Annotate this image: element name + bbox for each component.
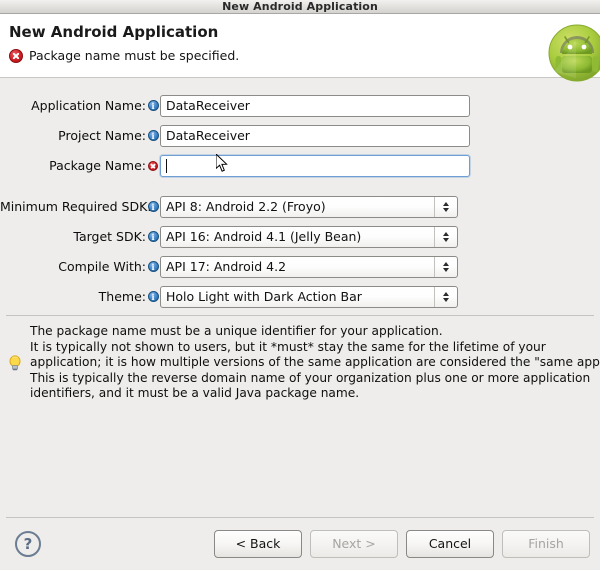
window-title: New Android Application: [222, 0, 378, 13]
info-icon[interactable]: [147, 291, 159, 302]
field-row-minimum-required-sdk: Minimum Required SDK: API 8: Android 2.2…: [0, 195, 600, 218]
wizard-button-group: < Back Next > Cancel Finish: [214, 529, 592, 558]
application-name-input[interactable]: [160, 94, 470, 117]
help-line: application; it is how multiple versions…: [30, 355, 600, 369]
help-text: The package name must be a unique identi…: [30, 324, 600, 402]
next-button: Next >: [310, 529, 398, 558]
dialog-header: New Android Application Package name mus…: [0, 14, 600, 82]
chevron-updown-icon[interactable]: [434, 196, 457, 217]
field-row-application-name: Application Name:: [0, 94, 600, 117]
minimum-required-sdk-dropdown[interactable]: API 8: Android 2.2 (Froyo): [160, 195, 458, 218]
form-area: Application Name: Project Name: Package …: [0, 78, 600, 308]
field-row-package-name: Package Name:: [0, 154, 600, 177]
info-icon[interactable]: [147, 100, 159, 111]
project-name-input-wrap: [160, 124, 470, 147]
android-robot-icon: [548, 24, 600, 82]
help-line: identifiers, and it must be a valid Java…: [30, 386, 360, 400]
label-package-name: Package Name:: [49, 157, 146, 173]
field-row-compile-with: Compile With: API 17: Android 4.2: [0, 255, 600, 278]
info-icon[interactable]: [147, 231, 159, 242]
cancel-button[interactable]: Cancel: [406, 529, 494, 558]
error-icon: [148, 160, 158, 171]
label-application-name: Application Name:: [31, 97, 146, 113]
help-line: This is typically the reverse domain nam…: [30, 370, 591, 385]
info-icon-theme-slot[interactable]: [146, 291, 160, 302]
field-row-project-name: Project Name:: [0, 124, 600, 147]
info-icon[interactable]: [147, 261, 159, 272]
help-button[interactable]: ?: [15, 530, 41, 557]
label-compile-with: Compile With:: [58, 258, 146, 274]
help-line: It is typically not shown to users, but …: [30, 339, 546, 354]
theme-value: Holo Light with Dark Action Bar: [166, 289, 362, 304]
minimum-required-sdk-value: API 8: Android 2.2 (Froyo): [166, 199, 326, 214]
error-message-text: Package name must be specified.: [29, 48, 240, 63]
error-circle-icon: [9, 49, 23, 63]
info-icon-application-name-slot[interactable]: [146, 100, 160, 111]
label-target-sdk: Target SDK:: [73, 228, 146, 244]
info-icon-project-name-slot[interactable]: [146, 130, 160, 141]
error-message-row: Package name must be specified.: [9, 48, 600, 64]
label-project-name: Project Name:: [58, 127, 146, 143]
error-icon-package-name-slot: [146, 160, 160, 171]
new-android-application-dialog: New Android Application New Android Appl…: [0, 0, 600, 570]
label-theme: Theme:: [98, 288, 146, 304]
application-name-input-wrap: [160, 94, 470, 117]
chevron-updown-icon[interactable]: [434, 226, 457, 247]
target-sdk-dropdown[interactable]: API 16: Android 4.1 (Jelly Bean): [160, 225, 458, 248]
text-caret: [166, 158, 167, 173]
field-row-theme: Theme: Holo Light with Dark Action Bar: [0, 285, 600, 308]
info-icon[interactable]: [147, 130, 159, 141]
chevron-updown-icon[interactable]: [434, 286, 457, 307]
compile-with-value: API 17: Android 4.2: [166, 259, 287, 274]
page-title: New Android Application: [9, 23, 219, 41]
finish-button: Finish: [502, 529, 590, 558]
package-name-input-wrap: [160, 154, 470, 177]
field-row-target-sdk: Target SDK: API 16: Android 4.1 (Jelly B…: [0, 225, 600, 248]
target-sdk-value: API 16: Android 4.1 (Jelly Bean): [166, 229, 362, 244]
lightbulb-icon: [9, 355, 21, 371]
package-name-input[interactable]: [160, 154, 470, 177]
project-name-input[interactable]: [160, 124, 470, 147]
dialog-button-bar: ? < Back Next > Cancel Finish: [0, 517, 600, 570]
back-button[interactable]: < Back: [214, 529, 302, 558]
button-bar-separator: [6, 517, 594, 518]
help-panel: The package name must be a unique identi…: [0, 316, 600, 402]
window-titlebar: New Android Application: [0, 0, 600, 14]
compile-with-dropdown[interactable]: API 17: Android 4.2: [160, 255, 458, 278]
chevron-updown-icon[interactable]: [434, 256, 457, 277]
label-minimum-required-sdk: Minimum Required SDK:: [0, 198, 152, 214]
info-icon[interactable]: [147, 201, 159, 212]
info-icon-minimum-required-sdk-slot[interactable]: [146, 201, 160, 212]
info-icon-target-sdk-slot[interactable]: [146, 231, 160, 242]
theme-dropdown[interactable]: Holo Light with Dark Action Bar: [160, 285, 458, 308]
help-line: The package name must be a unique identi…: [30, 324, 443, 338]
info-icon-compile-with-slot[interactable]: [146, 261, 160, 272]
